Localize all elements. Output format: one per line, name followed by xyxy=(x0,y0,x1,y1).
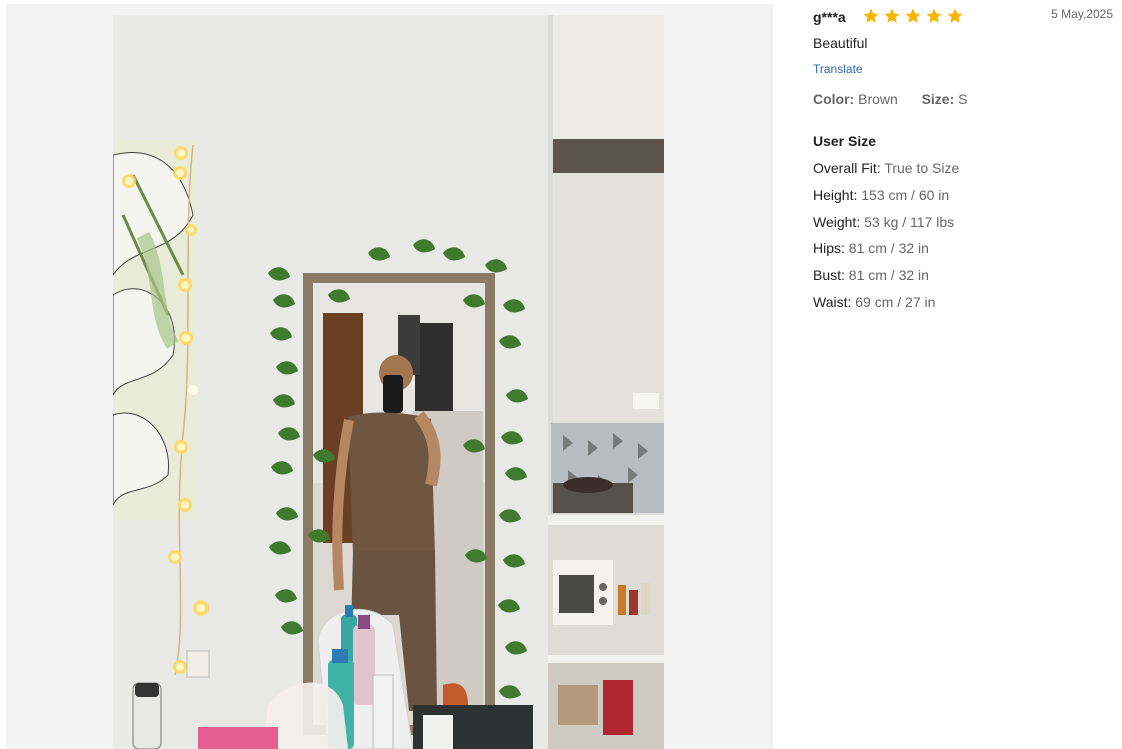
weight-row: Weight: 53 kg / 117 lbs xyxy=(813,214,959,241)
overall-fit-row: Overall Fit: True to Size xyxy=(813,160,959,187)
reviewer-name: g***a xyxy=(813,9,846,25)
hips-row: Hips: 81 cm / 32 in xyxy=(813,240,959,267)
size-item-value: 153 cm / 60 in xyxy=(861,186,950,203)
size-item-label: Overall Fit: xyxy=(813,160,881,176)
review-header: g***a 5 May,2025 xyxy=(813,7,1113,29)
size-item-value: True to Size xyxy=(884,160,960,176)
size-item-label: Bust: xyxy=(813,267,845,284)
mirror-selfie-image xyxy=(113,15,664,749)
size-value: S xyxy=(958,91,968,107)
translate-link[interactable]: Translate xyxy=(813,62,863,76)
review-comment: Beautiful xyxy=(813,35,868,51)
size-item-value: 69 cm / 27 in xyxy=(855,293,936,310)
review-details: g***a 5 May,2025 Beautiful Translate Col… xyxy=(813,0,1113,749)
color-value: Brown xyxy=(858,91,898,107)
star-icon xyxy=(905,8,921,23)
size-item-label: Waist: xyxy=(813,293,852,310)
color-label: Color: xyxy=(813,91,855,107)
size-item-value: 53 kg / 117 lbs xyxy=(864,213,955,230)
review-photo[interactable] xyxy=(113,15,664,749)
purchased-variant: Color: Brown Size: S xyxy=(813,91,968,107)
user-size-list: Overall Fit: True to Size Height: 153 cm… xyxy=(813,160,959,321)
star-icon xyxy=(884,8,900,23)
size-item-value: 81 cm / 32 in xyxy=(848,267,929,284)
review-date: 5 May,2025 xyxy=(1051,7,1113,21)
bust-row: Bust: 81 cm / 32 in xyxy=(813,267,959,294)
star-icon xyxy=(947,8,963,23)
size-item-label: Hips: xyxy=(813,240,845,257)
size-label: Size: xyxy=(921,91,955,107)
size-item-value: 81 cm / 32 in xyxy=(848,240,929,257)
size-item-label: Height: xyxy=(813,186,858,203)
star-rating xyxy=(862,7,964,25)
review-photo-viewer xyxy=(6,4,773,749)
user-size-title: User Size xyxy=(813,133,877,149)
star-icon xyxy=(926,8,942,23)
waist-row: Waist: 69 cm / 27 in xyxy=(813,294,959,321)
star-icon xyxy=(863,8,879,23)
height-row: Height: 153 cm / 60 in xyxy=(813,187,959,214)
size-item-label: Weight: xyxy=(813,213,861,230)
